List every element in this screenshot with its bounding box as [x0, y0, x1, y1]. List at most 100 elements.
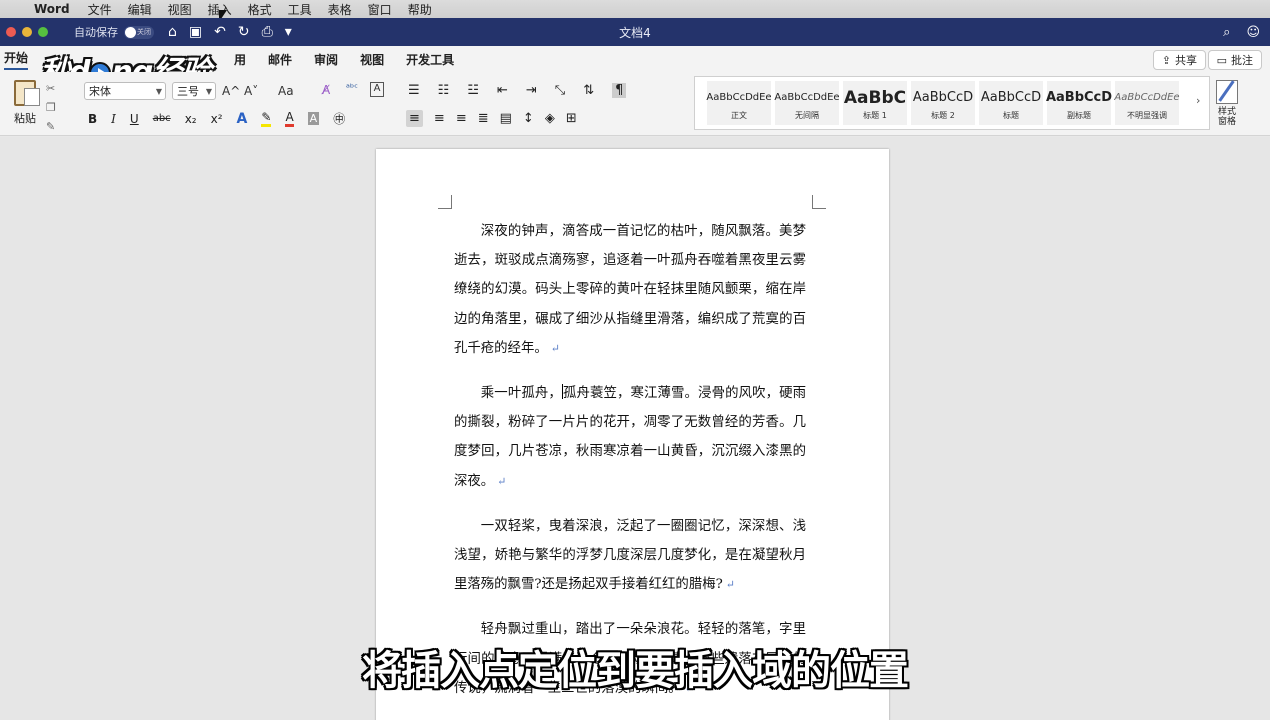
style-no-spacing[interactable]: AaBbCcDdEe 无间隔: [774, 81, 840, 125]
zoom-window-button[interactable]: [38, 27, 48, 37]
menu-file[interactable]: 文件: [88, 1, 112, 18]
align-right-icon[interactable]: ≡: [456, 111, 467, 126]
shrink-font-button[interactable]: A˅: [244, 84, 258, 98]
font-name-select[interactable]: 宋体 ▼: [84, 82, 166, 100]
font-color-button[interactable]: A: [285, 110, 294, 127]
paste-button[interactable]: 粘贴: [8, 80, 42, 126]
cut-icon[interactable]: ✂: [46, 82, 56, 95]
undo-icon[interactable]: ↶: [214, 24, 226, 40]
style-title[interactable]: AaBbCcD 标题: [979, 81, 1043, 125]
paragraph[interactable]: 乘一叶孤舟，孤舟蓑笠，寒江薄雪。浸骨的风吹，硬雨的撕裂，粉碎了一片片的花开，凋零…: [454, 379, 806, 496]
style-heading-2[interactable]: AaBbCcD 标题 2: [911, 81, 975, 125]
share-button[interactable]: ⇪ 共享: [1152, 50, 1206, 70]
document-canvas[interactable]: 深夜的钟声，滴答成一首记忆的枯叶，随风飘落。美梦逝去，斑驳成点滴殇寥，追逐着一叶…: [0, 137, 1270, 720]
close-window-button[interactable]: [6, 27, 16, 37]
align-left-icon[interactable]: ≡: [406, 110, 423, 127]
align-center-icon[interactable]: ≡: [434, 111, 445, 126]
paragraph-text: 孤舟蓑笠，寒江薄雪。浸骨的风吹，硬雨的撕裂，粉碎了一片片的花开，凋零了无数曾经的…: [454, 386, 807, 489]
font-size-select[interactable]: 三号 ▼: [172, 82, 216, 100]
underline-button[interactable]: U: [130, 112, 139, 126]
subscript-button[interactable]: x₂: [185, 112, 197, 126]
format-painter-icon[interactable]: ✎: [46, 120, 56, 133]
chevron-right-icon[interactable]: ›: [1196, 94, 1200, 107]
menu-help[interactable]: 帮助: [408, 1, 432, 18]
highlight-icon[interactable]: ✎: [261, 110, 272, 127]
share-label: 共享: [1175, 54, 1197, 67]
copy-icon[interactable]: ❐: [46, 101, 56, 114]
change-case-button[interactable]: Aa: [278, 84, 294, 98]
styles-pane-label: 窗格: [1217, 117, 1236, 127]
tab-mailings[interactable]: 邮件: [268, 51, 292, 68]
text-effects-button[interactable]: A: [237, 111, 248, 127]
clipboard-icon: [14, 80, 40, 106]
menu-view[interactable]: 视图: [168, 1, 192, 18]
document-page[interactable]: 深夜的钟声，滴答成一首记忆的枯叶，随风飘落。美梦逝去，斑驳成点滴殇寥，追逐着一叶…: [376, 149, 889, 720]
styles-pane-label: 样式: [1217, 107, 1236, 117]
tab-view[interactable]: 视图: [360, 51, 384, 68]
show-formatting-marks-icon[interactable]: ¶: [612, 83, 627, 98]
italic-button[interactable]: I: [111, 112, 116, 126]
styles-pane-icon: [1216, 80, 1238, 104]
menu-window[interactable]: 窗口: [368, 1, 392, 18]
menu-tools[interactable]: 工具: [288, 1, 312, 18]
tab-references[interactable]: 用: [234, 51, 246, 68]
style-heading-1[interactable]: AaBbC 标题 1: [843, 81, 907, 125]
autosave-toggle[interactable]: 关闭: [124, 25, 154, 39]
search-icon[interactable]: ⌕: [1223, 25, 1230, 40]
customize-toolbar-icon[interactable]: ▾: [285, 24, 292, 40]
numbering-icon[interactable]: ☷: [438, 83, 450, 98]
style-normal[interactable]: AaBbCcDdEe 正文: [706, 81, 772, 125]
tab-home[interactable]: 开始: [4, 49, 29, 70]
style-subtle-emphasis[interactable]: AaBbCcDdEe 不明显强调: [1114, 81, 1180, 125]
character-border-icon[interactable]: A: [370, 82, 384, 97]
style-subtitle[interactable]: AaBbCcD 副标题: [1045, 81, 1113, 125]
style-preview: AaBbCcD: [1045, 90, 1113, 105]
style-name: 无间隔: [795, 110, 819, 120]
autosave-state: 关闭: [137, 28, 151, 36]
paragraph[interactable]: 深夜的钟声，滴答成一首记忆的枯叶，随风飘落。美梦逝去，斑驳成点滴殇寥，追逐着一叶…: [454, 217, 806, 363]
superscript-button[interactable]: x²: [211, 112, 223, 126]
chevron-down-icon: ▼: [205, 86, 212, 96]
home-icon[interactable]: ⌂: [168, 24, 177, 40]
menu-app-name[interactable]: Word: [34, 2, 70, 16]
tab-review[interactable]: 审阅: [314, 51, 338, 68]
justify-icon[interactable]: ≣: [478, 111, 489, 126]
margin-corner-mark: [438, 195, 452, 209]
paragraph[interactable]: 一双轻桨，曳着深浪，泛起了一圈圈记忆，深深想、浅浅望，娇艳与繁华的浮梦几度深层几…: [454, 512, 806, 600]
menu-format[interactable]: 格式: [248, 1, 272, 18]
video-subtitle: 将插入点定位到要插入域的位置: [362, 648, 909, 694]
paragraph-mark-icon: ↵: [550, 341, 560, 355]
clear-formatting-icon[interactable]: A̸: [322, 83, 330, 97]
grow-font-button[interactable]: A^: [222, 84, 240, 98]
phonetic-guide-icon[interactable]: ᵃᵇᶜ: [346, 83, 358, 94]
strikethrough-button[interactable]: abc: [153, 113, 171, 124]
line-spacing-icon[interactable]: ↕: [523, 111, 534, 126]
styles-pane-button[interactable]: 样式 窗格: [1212, 80, 1242, 127]
bold-button[interactable]: B: [88, 112, 97, 126]
save-icon[interactable]: ▣: [189, 24, 202, 40]
increase-indent-icon[interactable]: ⇥: [526, 83, 537, 98]
window-title-bar: 自动保存 关闭 ⌂ ▣ ↶ ↻ ⎙ ▾ 文档4 ⌕ ☺: [0, 18, 1270, 46]
autosave-label: 自动保存: [74, 26, 118, 39]
menu-table[interactable]: 表格: [328, 1, 352, 18]
print-icon[interactable]: ⎙: [262, 24, 273, 40]
sort-icon[interactable]: ⇅: [583, 83, 594, 98]
tab-developer[interactable]: 开发工具: [406, 51, 454, 68]
chevron-down-icon: ▼: [155, 86, 162, 96]
borders-icon[interactable]: ⊞: [566, 111, 577, 126]
bullets-icon[interactable]: ☰: [408, 83, 420, 98]
style-name: 正文: [731, 110, 747, 120]
comments-button[interactable]: ▭ 批注: [1207, 50, 1262, 70]
minimize-window-button[interactable]: [22, 27, 32, 37]
feedback-smiley-icon[interactable]: ☺: [1246, 25, 1260, 40]
paragraph-shading-icon[interactable]: ◈: [545, 111, 555, 126]
redo-icon[interactable]: ↻: [238, 24, 250, 40]
multilevel-list-icon[interactable]: ☳: [467, 83, 479, 98]
enclose-characters-icon[interactable]: ㊥: [333, 110, 345, 127]
decrease-indent-icon[interactable]: ⇤: [497, 83, 508, 98]
distributed-icon[interactable]: ▤: [500, 111, 512, 126]
text-direction-icon[interactable]: ⤡: [555, 83, 565, 98]
style-preview: AaBbCcD: [912, 90, 974, 105]
character-shading-button[interactable]: A: [307, 112, 320, 125]
menu-edit[interactable]: 编辑: [128, 1, 152, 18]
